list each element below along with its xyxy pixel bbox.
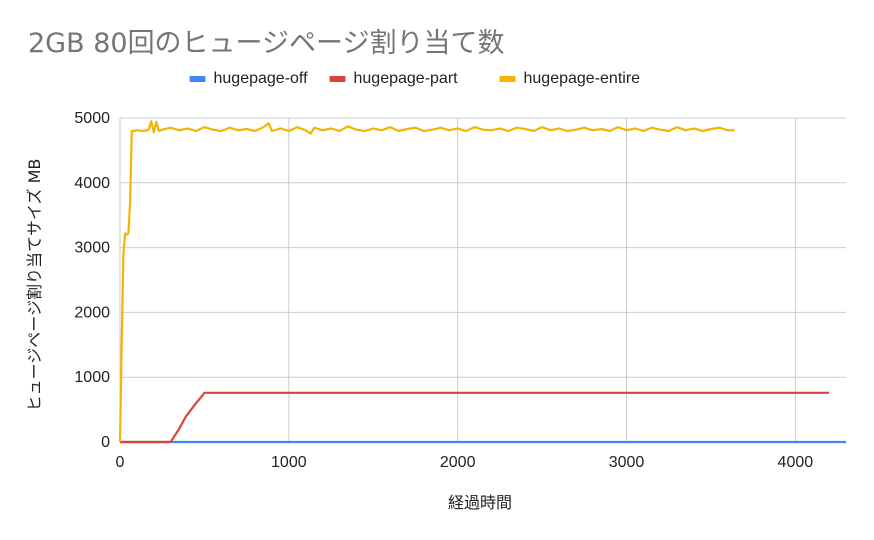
legend-item-hugepage-entire: hugepage-entire	[499, 70, 641, 87]
legend-item-hugepage-off: hugepage-off	[189, 70, 309, 87]
series-layer	[118, 120, 846, 444]
y-tick-label: 5000	[74, 110, 110, 127]
legend-swatch	[329, 76, 346, 82]
legend-label: hugepage-entire	[524, 70, 641, 87]
legend-label: hugepage-part	[354, 70, 459, 87]
y-tick-label: 2000	[74, 304, 110, 321]
x-tick-label: 1000	[271, 454, 307, 471]
y-tick-label: 1000	[74, 369, 110, 386]
x-tick-label: 0	[116, 454, 125, 471]
y-tick-label: 3000	[74, 240, 110, 257]
y-tick-label: 4000	[74, 175, 110, 192]
legend-swatch	[189, 76, 206, 82]
legend-label: hugepage-off	[214, 70, 309, 87]
x-tick-label: 4000	[778, 454, 814, 471]
x-axis-label: 経過時間	[448, 493, 512, 512]
y-tick-label: 0	[101, 434, 110, 451]
legend-item-hugepage-part: hugepage-part	[329, 70, 459, 87]
legend: hugepage-off hugepage-part hugepage-entire	[189, 70, 641, 87]
chart: 2GB 80回のヒュージページ割り当て数 hugepage-off hugepag…	[25, 28, 846, 512]
legend-swatch	[499, 76, 516, 82]
x-tick-label: 3000	[609, 454, 645, 471]
y-axis-label: ヒュージページ割り当てサイズ MB	[25, 159, 44, 412]
chart-title: 2GB 80回のヒュージページ割り当て数	[28, 28, 504, 59]
series-line-hugepage-part	[120, 391, 830, 444]
x-tick-label: 2000	[440, 454, 476, 471]
